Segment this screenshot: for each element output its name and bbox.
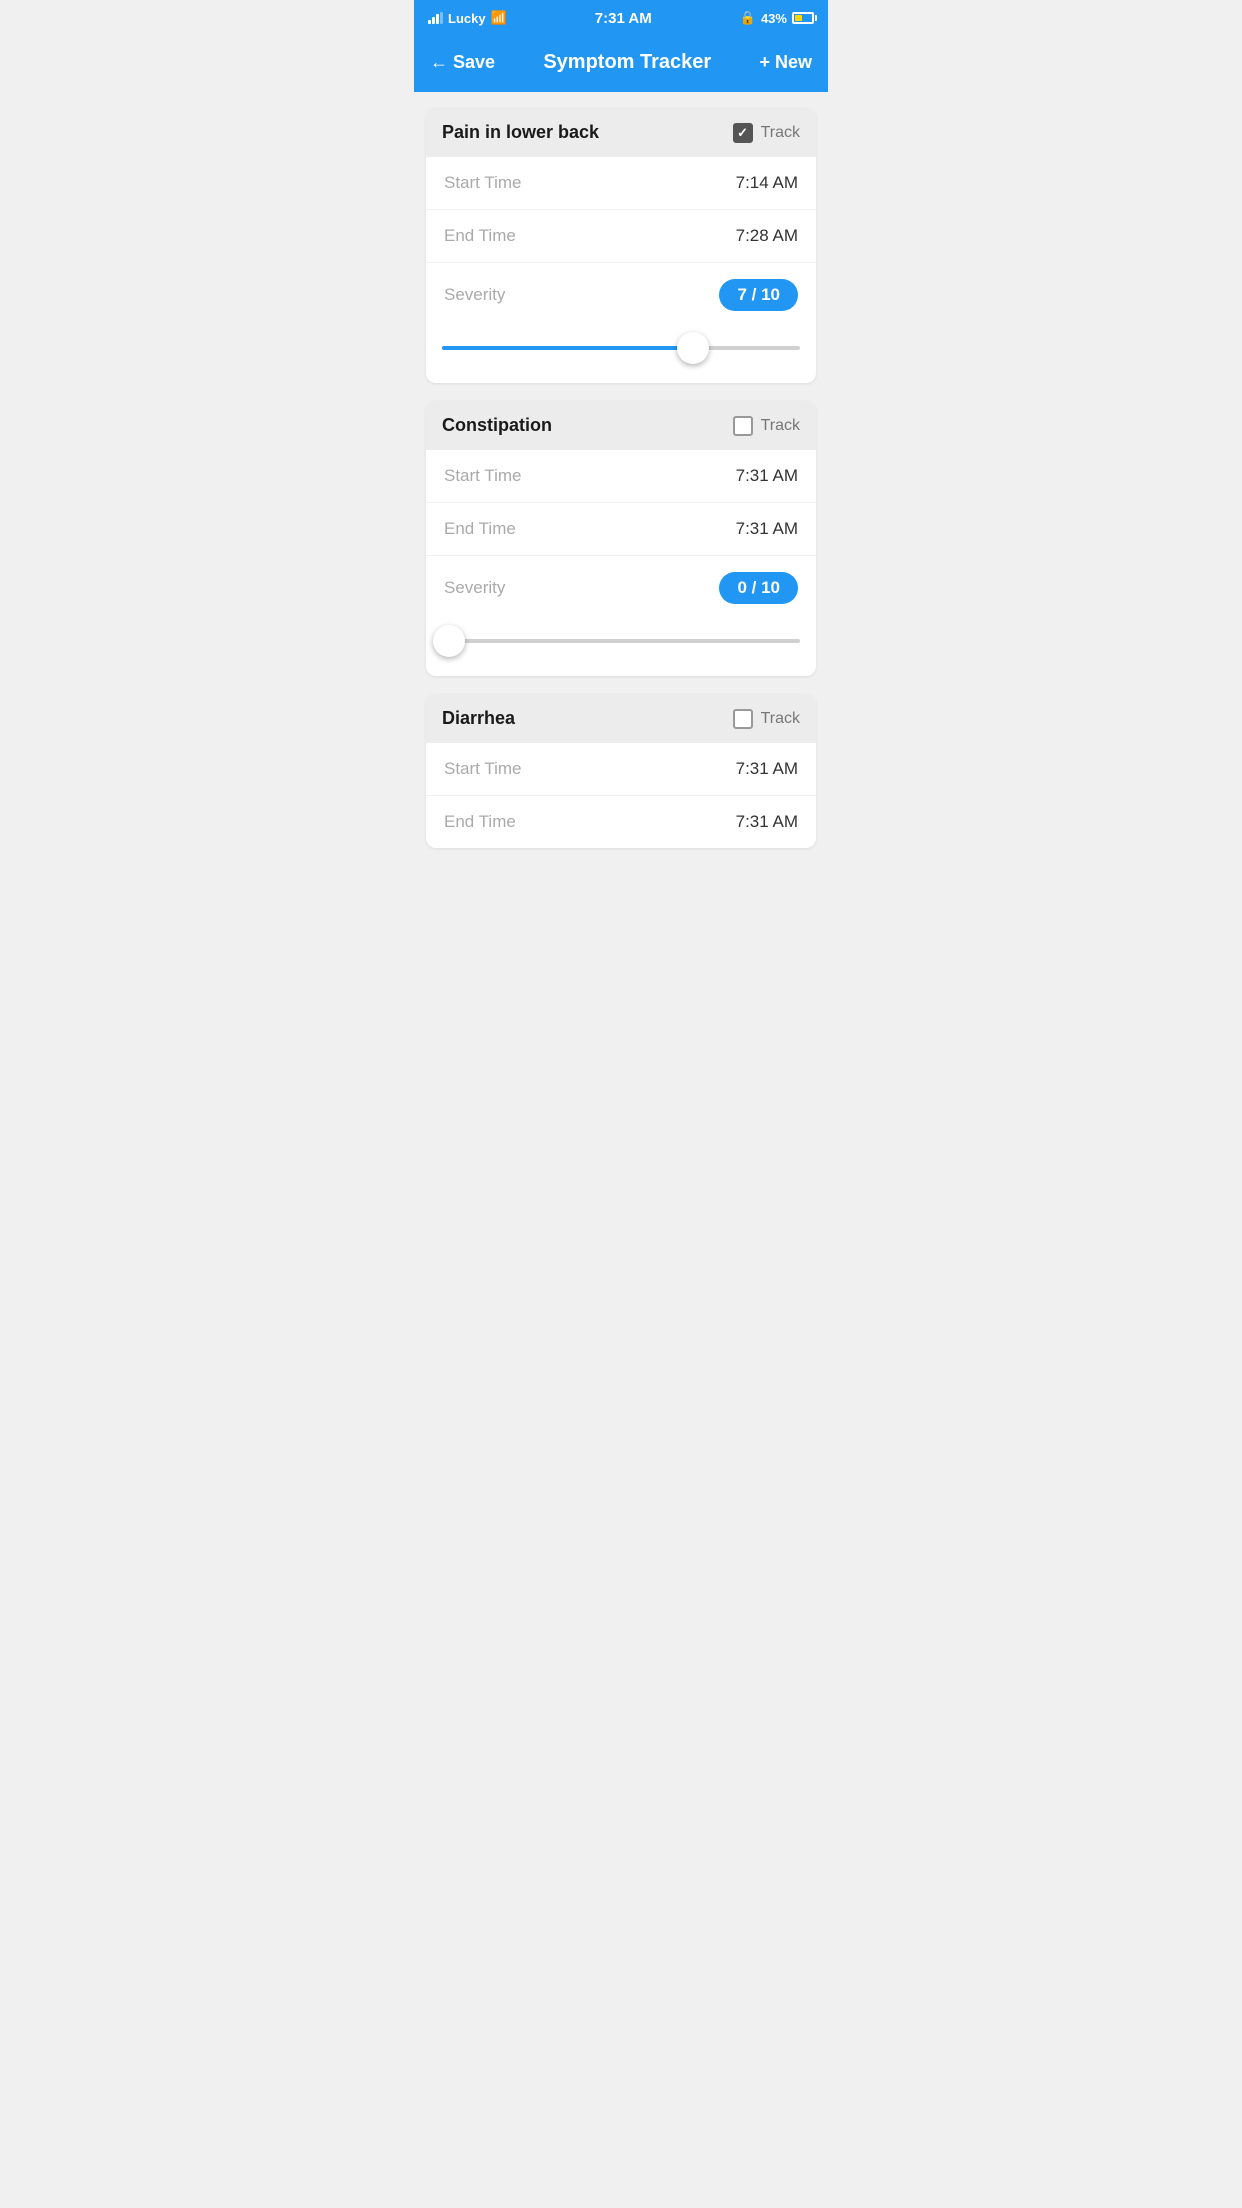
track-label-diarrhea: Track [761,710,800,728]
end-time-value-pain: 7:28 AM [736,226,798,246]
end-time-row-diarrhea: End Time 7:31 AM [426,796,816,848]
back-button[interactable]: ← Save [430,52,495,73]
track-checkbox-pain-lower-back[interactable] [733,123,753,143]
slider-container-constipation[interactable] [442,624,800,658]
carrier-label: Lucky [448,11,486,26]
slider-track-constipation [442,639,800,643]
status-left: Lucky 📶 [428,10,507,26]
symptom-card-pain-lower-back: Pain in lower back Track Start Time 7:14… [426,108,816,383]
end-time-row-pain: End Time 7:28 AM [426,210,816,263]
battery-icon [792,12,814,24]
symptom-header-pain-lower-back: Pain in lower back Track [426,108,816,157]
start-time-row-diarrhea: Start Time 7:31 AM [426,743,816,796]
start-time-value-diarrhea: 7:31 AM [736,759,798,779]
track-label-constipation: Track [761,417,800,435]
slider-section-constipation [426,620,816,676]
symptom-card-diarrhea: Diarrhea Track Start Time 7:31 AM End Ti… [426,694,816,848]
battery-fill [795,15,802,21]
end-time-row-constipation: End Time 7:31 AM [426,503,816,556]
end-time-label-diarrhea: End Time [444,812,516,832]
symptom-header-diarrhea: Diarrhea Track [426,694,816,743]
end-time-label-constipation: End Time [444,519,516,539]
track-section-pain-lower-back: Track [733,123,800,143]
severity-row-pain: Severity 7 / 10 [426,263,816,327]
symptom-rows-constipation: Start Time 7:31 AM End Time 7:31 AM Seve… [426,450,816,620]
lock-icon: 🔒 [740,10,756,26]
slider-thumb-pain[interactable] [677,332,709,364]
symptom-name-diarrhea: Diarrhea [442,708,515,729]
severity-badge-pain: 7 / 10 [719,279,798,311]
severity-row-constipation: Severity 0 / 10 [426,556,816,620]
status-time: 7:31 AM [595,10,652,27]
slider-fill-pain [442,346,693,350]
status-bar: Lucky 📶 7:31 AM 🔒 43% [414,0,828,36]
track-label-pain-lower-back: Track [761,124,800,142]
new-button[interactable]: + New [759,52,812,73]
track-checkbox-constipation[interactable] [733,416,753,436]
slider-container-pain[interactable] [442,331,800,365]
slider-thumb-constipation[interactable] [433,625,465,657]
severity-badge-constipation: 0 / 10 [719,572,798,604]
symptom-card-constipation: Constipation Track Start Time 7:31 AM En… [426,401,816,676]
end-time-value-diarrhea: 7:31 AM [736,812,798,832]
nav-bar: ← Save Symptom Tracker + New [414,36,828,92]
wifi-icon: 📶 [491,10,507,26]
severity-label-constipation: Severity [444,578,505,598]
track-section-constipation: Track [733,416,800,436]
end-time-label: End Time [444,226,516,246]
battery-percent: 43% [761,11,787,26]
symptom-rows-diarrhea: Start Time 7:31 AM End Time 7:31 AM [426,743,816,848]
track-section-diarrhea: Track [733,709,800,729]
status-right: 🔒 43% [740,10,814,26]
symptom-name-constipation: Constipation [442,415,552,436]
page-title: Symptom Tracker [543,51,711,74]
slider-section-pain [426,327,816,383]
start-time-label-constipation: Start Time [444,466,521,486]
start-time-row-constipation: Start Time 7:31 AM [426,450,816,503]
content-area: Pain in lower back Track Start Time 7:14… [414,92,828,864]
symptom-header-constipation: Constipation Track [426,401,816,450]
severity-label: Severity [444,285,505,305]
symptom-name-pain-lower-back: Pain in lower back [442,122,599,143]
start-time-label-diarrhea: Start Time [444,759,521,779]
track-checkbox-diarrhea[interactable] [733,709,753,729]
symptom-rows-pain-lower-back: Start Time 7:14 AM End Time 7:28 AM Seve… [426,157,816,327]
start-time-row-pain: Start Time 7:14 AM [426,157,816,210]
start-time-value-constipation: 7:31 AM [736,466,798,486]
signal-bars [428,12,443,24]
end-time-value-constipation: 7:31 AM [736,519,798,539]
start-time-value-pain: 7:14 AM [736,173,798,193]
start-time-label: Start Time [444,173,521,193]
